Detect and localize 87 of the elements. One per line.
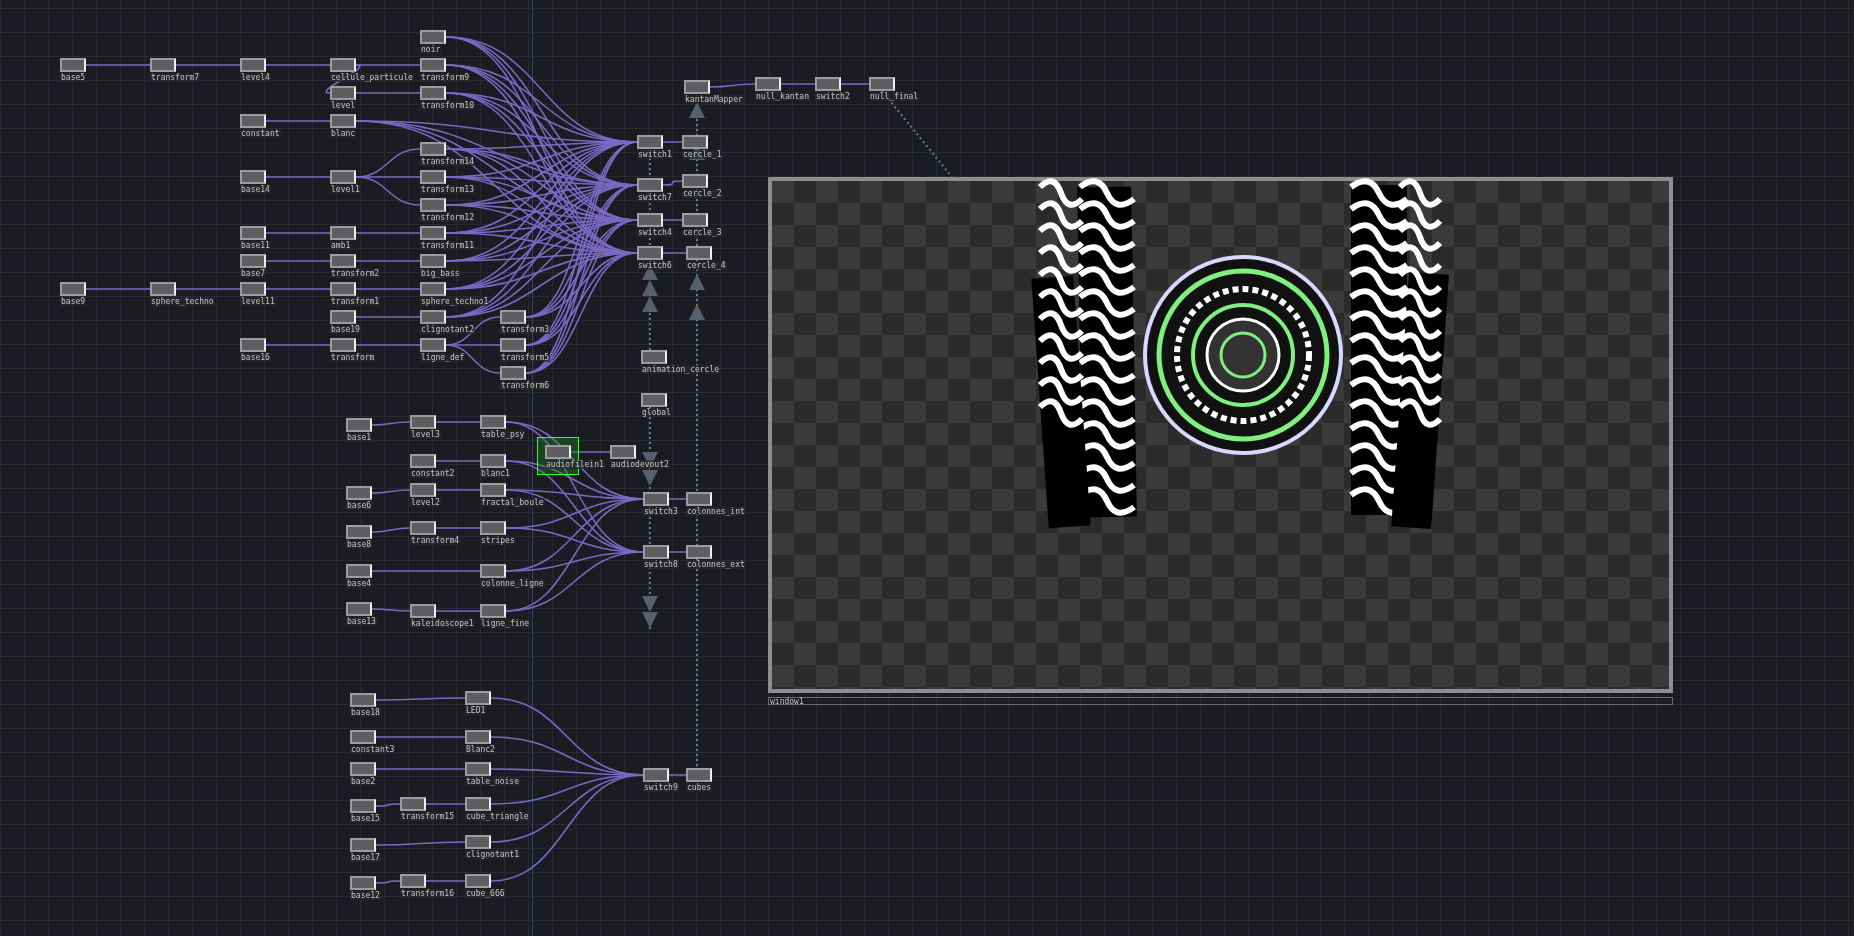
node-label: noir: [420, 45, 442, 54]
node-label: base1: [346, 433, 373, 442]
node-label: cercle_1: [682, 150, 723, 159]
node-label: cube_triangle: [465, 812, 530, 821]
node-label: switch7: [637, 193, 673, 202]
viewer-label: window1: [770, 698, 804, 705]
node-label: base12: [350, 891, 381, 900]
node-label: clignotant2: [420, 325, 475, 334]
node-label: base5: [60, 73, 87, 82]
node-label: level11: [240, 297, 276, 306]
node-label: big_bass: [420, 269, 461, 278]
node-label: base8: [346, 540, 373, 549]
node-label: sphere_techno: [150, 297, 215, 306]
node-label: cercle_3: [682, 228, 723, 237]
node-label: base2: [350, 777, 377, 786]
node-label: global: [641, 408, 672, 417]
node-label: transform1: [330, 297, 381, 306]
node-label: cubes: [686, 783, 713, 792]
node-label: null_kantan: [755, 92, 810, 101]
node-label: transform3: [500, 325, 551, 334]
node-label: transform6: [500, 381, 551, 390]
node-label: switch9: [643, 783, 679, 792]
node-label: level4: [240, 73, 271, 82]
node-label: base15: [350, 814, 381, 823]
node-label: cellule_particule: [330, 73, 414, 82]
node-label: switch8: [643, 560, 679, 569]
node-label: transform5: [500, 353, 551, 362]
node-label: transform2: [330, 269, 381, 278]
node-label: switch3: [643, 507, 679, 516]
node-label: transform15: [400, 812, 455, 821]
node-label: transform11: [420, 241, 475, 250]
node-label: colonnes_ext: [686, 560, 746, 569]
node-label: kaleidoscope1: [410, 619, 475, 628]
node-label: base13: [346, 617, 377, 626]
node-label: switch6: [637, 261, 673, 270]
node-label: constant3: [350, 745, 396, 754]
node-label: sphere_techno1: [420, 297, 490, 306]
node-label: switch1: [637, 150, 673, 159]
node-label: table_psy: [480, 430, 526, 439]
node-label: base7: [240, 269, 267, 278]
node-label: switch2: [815, 92, 851, 101]
node-label: constant2: [410, 469, 456, 478]
node-label: clignotant1: [465, 850, 520, 859]
node-label: transform7: [150, 73, 201, 82]
node-label: LED1: [465, 706, 487, 715]
node-label: Blanc2: [465, 745, 496, 754]
node-label: audiodevout2: [610, 460, 670, 469]
node-label: cercle_4: [686, 261, 727, 270]
node-label: base4: [346, 579, 373, 588]
node-label: colonne_ligne: [480, 579, 545, 588]
node-label: cercle_2: [682, 189, 723, 198]
node-label: transform14: [420, 157, 475, 166]
node-label: switch4: [637, 228, 673, 237]
node-label: animation_cercle: [641, 365, 721, 374]
node-label: audiofilein1: [545, 460, 605, 469]
node-label: base6: [346, 501, 373, 510]
node-label: fractal_boule: [480, 498, 545, 507]
node-label: base16: [240, 353, 271, 362]
node-label: stripes: [480, 536, 516, 545]
node-label: transform16: [400, 889, 455, 898]
node-label: base14: [240, 185, 271, 194]
node-label: amb1: [330, 241, 352, 250]
node-label: cube_666: [465, 889, 506, 898]
node-label: level3: [410, 430, 441, 439]
node-label: colonnes_int: [686, 507, 746, 516]
node-label: base9: [60, 297, 87, 306]
node-label: blanc: [330, 129, 357, 138]
node-label: transform4: [410, 536, 461, 545]
node-label: blanc1: [480, 469, 511, 478]
node-label: transform: [330, 353, 376, 362]
node-label: level: [330, 101, 357, 110]
node-label: transform9: [420, 73, 471, 82]
node-label: level1: [330, 185, 361, 194]
node-label: constant: [240, 129, 281, 138]
node-label: base18: [350, 708, 381, 717]
node-label: base19: [330, 325, 361, 334]
node-label: base17: [350, 853, 381, 862]
node-label: ligne_def: [420, 353, 466, 362]
node-label: table_noise: [465, 777, 520, 786]
node-label: ligne_fine: [480, 619, 531, 628]
node-label: base11: [240, 241, 271, 250]
node-label: transform12: [420, 213, 475, 222]
node-label: transform13: [420, 185, 475, 194]
node-label: transform10: [420, 101, 475, 110]
node-label: level2: [410, 498, 441, 507]
node-label: kantanMapper: [684, 95, 744, 104]
node-label: null_final: [869, 92, 920, 101]
